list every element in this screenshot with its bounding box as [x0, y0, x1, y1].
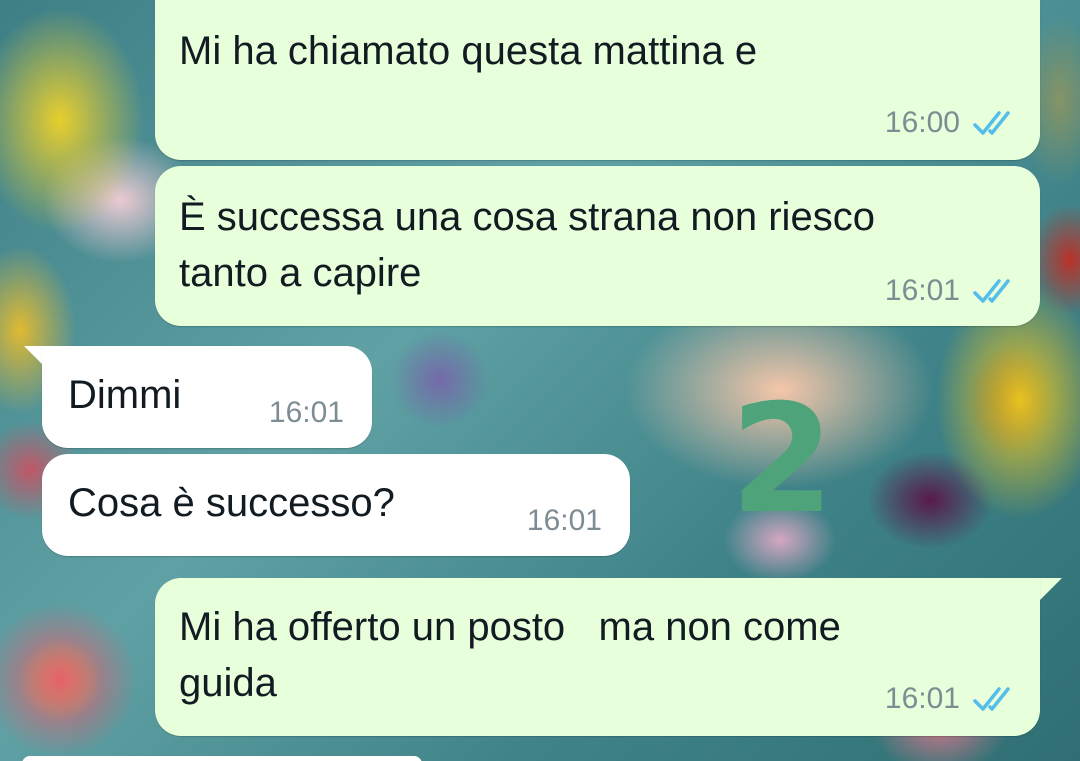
outgoing-message-bubble[interactable]: È successa una cosa strana non riesco ta… [155, 166, 1040, 326]
message-time: 16:01 [884, 274, 960, 307]
double-check-icon [973, 687, 1010, 711]
annotation-number: 2 [730, 373, 835, 547]
message-meta: 16:00 [885, 106, 1016, 140]
outgoing-bubble-tail [1040, 578, 1062, 600]
message-time: 16:01 [526, 504, 602, 537]
message-text-line-1: È successa una cosa strana non riesco [179, 195, 875, 239]
message-meta: 16:01 [269, 396, 344, 430]
outgoing-message-bubble[interactable]: Mi ha chiamato questa mattina e 16:00 [155, 0, 1040, 160]
message-meta: 16:01 [885, 274, 1016, 308]
message-text: Cosa è successo? [68, 481, 395, 525]
message-meta: 16:01 [885, 682, 1016, 716]
message-time: 16:01 [884, 682, 960, 715]
message-time: 16:00 [884, 106, 960, 139]
message-text-line-2: guida [179, 661, 277, 705]
message-text: Mi ha chiamato questa mattina e [179, 29, 758, 73]
message-text-line-2: tanto a capire [179, 251, 422, 295]
double-check-icon [973, 279, 1010, 303]
incoming-message-bubble[interactable]: Dimmi 16:01 [42, 346, 372, 448]
message-text: Dimmi [68, 373, 182, 417]
outgoing-message-bubble[interactable]: Mi ha offerto un posto ma non come guida… [155, 578, 1040, 736]
message-time: 16:01 [268, 396, 344, 429]
message-text-line-1: Mi ha offerto un posto ma non come [179, 605, 841, 649]
compose-bar-edge [22, 756, 422, 761]
incoming-message-bubble[interactable]: Cosa è successo? 16:01 [42, 454, 630, 556]
double-check-icon [973, 111, 1010, 135]
message-meta: 16:01 [527, 504, 602, 538]
